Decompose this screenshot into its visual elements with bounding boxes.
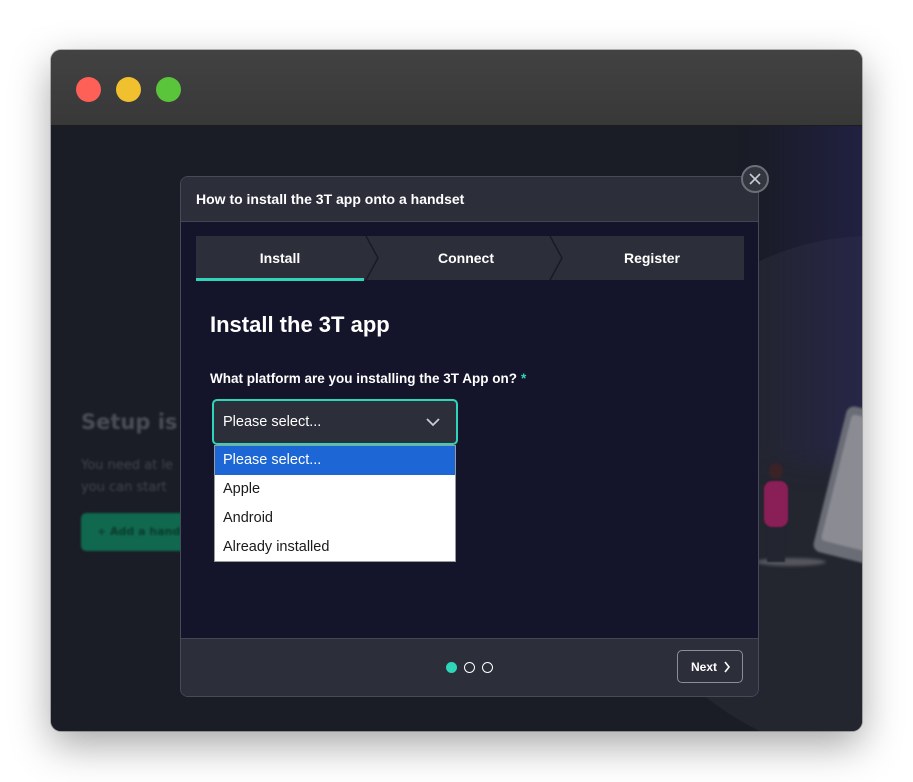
app-window: Setup is i You need at le you can start …	[51, 50, 862, 731]
option-please-select[interactable]: Please select...	[215, 446, 455, 475]
step-separator-icon	[549, 236, 563, 280]
page-dot-2[interactable]	[464, 662, 475, 673]
platform-select-value: Please select...	[223, 414, 322, 430]
chevron-down-icon	[426, 418, 440, 427]
section-title: Install the 3T app	[210, 312, 390, 337]
close-window-button[interactable]	[76, 77, 101, 102]
option-android[interactable]: Android	[215, 504, 455, 533]
option-apple[interactable]: Apple	[215, 475, 455, 504]
platform-select[interactable]: Please select...	[212, 399, 458, 445]
person-legs-illustration	[767, 526, 785, 562]
page-dot-1[interactable]	[446, 662, 457, 673]
close-icon	[749, 173, 761, 185]
platform-options-list: Please select... Apple Android Already i…	[214, 445, 456, 562]
next-button[interactable]: Next	[677, 650, 743, 683]
step-install[interactable]: Install	[196, 236, 364, 280]
option-already-installed[interactable]: Already installed	[215, 533, 455, 562]
minimize-window-button[interactable]	[116, 77, 141, 102]
person-body-illustration	[764, 481, 788, 527]
modal-close-button[interactable]	[741, 165, 769, 193]
background-text: You need at le	[81, 458, 173, 473]
platform-field-label: What platform are you installing the 3T …	[210, 371, 526, 386]
next-button-label: Next	[691, 660, 718, 674]
step-connect[interactable]: Connect	[376, 236, 556, 280]
background-text: you can start	[81, 480, 167, 495]
maximize-window-button[interactable]	[156, 77, 181, 102]
chevron-right-icon	[724, 661, 731, 673]
step-register[interactable]: Register	[566, 236, 738, 280]
platform-field-label-text: What platform are you installing the 3T …	[210, 371, 518, 386]
required-mark: *	[521, 371, 527, 386]
modal-footer: Next	[181, 638, 758, 696]
page-dot-3[interactable]	[482, 662, 493, 673]
modal-header: How to install the 3T app onto a handset	[181, 177, 758, 222]
modal-title: How to install the 3T app onto a handset	[196, 191, 465, 207]
person-head-illustration	[769, 463, 783, 479]
install-app-modal: How to install the 3T app onto a handset…	[180, 176, 759, 697]
background-heading: Setup is i	[81, 410, 192, 434]
window-titlebar	[51, 50, 862, 126]
stepper: Install Connect Register	[196, 236, 744, 281]
active-step-indicator	[196, 278, 364, 281]
